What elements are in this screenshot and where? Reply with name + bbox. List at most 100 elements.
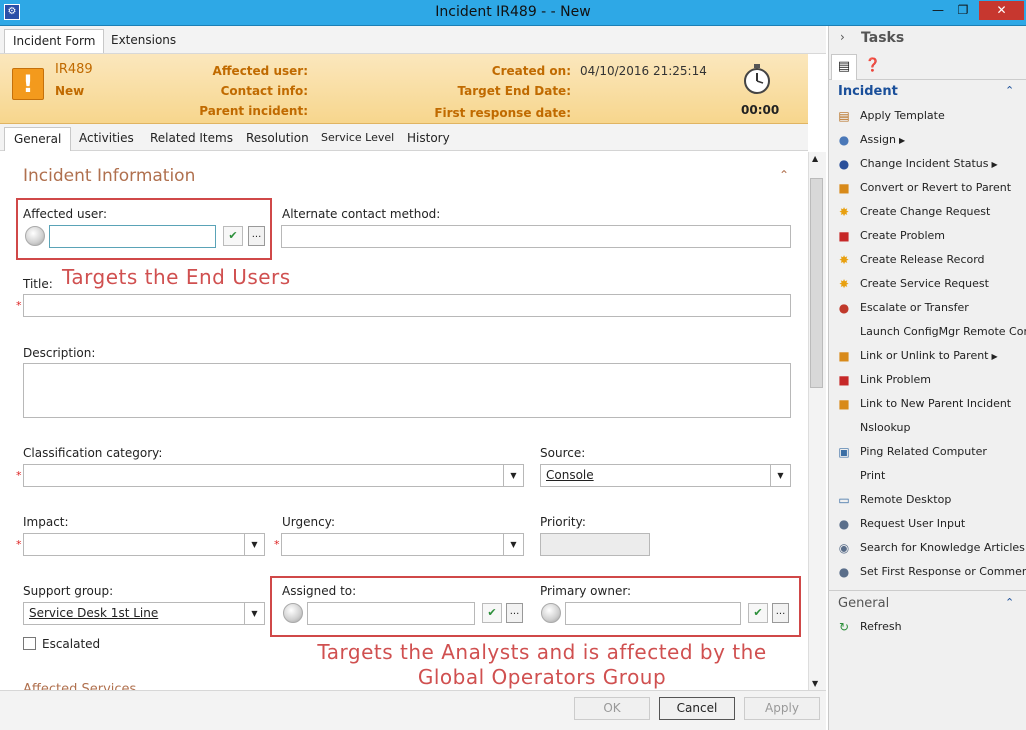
collapse-incident-icon[interactable]: ⌃ [1005,84,1014,97]
submenu-arrow-icon: ▶ [991,160,998,169]
impact-select[interactable]: ▼ [23,533,265,556]
task-label: Refresh [860,620,902,633]
task-link-to-new-parent-incident[interactable]: ■ Link to New Parent Incident [836,394,1026,416]
collapse-icon[interactable]: ⌃ [779,168,789,182]
minimize-button[interactable]: — [925,1,951,20]
monitor-icon: ▭ [838,493,850,507]
stopwatch-icon [744,64,770,94]
task-ping-related-computer[interactable]: ▣ Ping Related Computer [836,442,1026,464]
tab-related-items[interactable]: Related Items [141,127,242,151]
tab-extensions[interactable]: Extensions [103,29,184,53]
assigned-to-browse-button[interactable]: ... [506,603,523,623]
task-link-or-unlink-to-parent[interactable]: ■ Link or Unlink to Parent ▶ [836,346,1026,368]
task-label: Link Problem [860,373,931,386]
section-title: Incident Information [23,166,196,186]
task-nslookup[interactable]: Nslookup [836,418,1026,440]
problem-icon: ■ [838,229,850,243]
task-label: Create Release Record [860,253,985,266]
task-label: Request User Input [860,517,966,530]
task-label: Print [860,469,886,482]
classification-required-marker: * [16,469,22,482]
title-input[interactable] [23,294,791,317]
header-parent-incident-label: Parent incident: [199,104,308,118]
task-label: Link or Unlink to Parent [860,349,989,362]
convert-icon: ■ [838,181,850,195]
task-create-problem[interactable]: ■ Create Problem [836,226,1026,248]
computer-icon: ▣ [838,445,850,459]
task-launch-configmgr-remote-control[interactable]: Launch ConfigMgr Remote Control [836,322,1026,344]
task-label: Link to New Parent Incident [860,397,1012,410]
tab-incident-form[interactable]: Incident Form [4,29,105,53]
close-button[interactable]: ✕ [979,1,1024,20]
tasks-tab-icon[interactable]: ▤ [831,54,857,80]
form-tab-strip: Incident Form Extensions [0,26,826,54]
primary-owner-input[interactable] [565,602,741,625]
assigned-to-label: Assigned to: [282,584,357,598]
description-input[interactable] [23,363,791,418]
ok-button[interactable]: OK [574,697,650,720]
warning-icon: ! [12,68,44,100]
urgency-select[interactable]: ▼ [281,533,524,556]
help-tab-icon[interactable]: ❓ [860,54,886,80]
affected-user-label: Affected user: [23,207,107,221]
tab-general[interactable]: General [4,127,72,151]
task-assign[interactable]: ● Assign ▶ [836,130,1026,152]
expand-chevron-icon[interactable]: › [840,30,845,44]
collapse-general-icon[interactable]: ⌃ [1005,596,1014,609]
escalated-checkbox[interactable] [23,637,36,650]
blank-icon [836,468,852,484]
task-change-incident-status[interactable]: ● Change Incident Status ▶ [836,154,1026,176]
scroll-down-icon[interactable]: ▼ [812,679,818,688]
scrollbar-thumb[interactable] [810,178,823,388]
task-set-first-response-or-comment[interactable]: ● Set First Response or Comment [836,562,1026,584]
tab-activities[interactable]: Activities [70,127,143,151]
alternate-contact-label: Alternate contact method: [282,207,441,221]
support-group-select[interactable]: Service Desk 1st Line ▼ [23,602,265,625]
task-search-for-knowledge-articles[interactable]: ◉ Search for Knowledge Articles [836,538,1026,560]
task-convert-or-revert-to-parent[interactable]: ■ Convert or Revert to Parent [836,178,1026,200]
tab-history[interactable]: History [398,127,459,151]
problem-icon: ■ [838,373,850,387]
user-picker-icon[interactable]: ✔ [482,603,502,623]
urgency-label: Urgency: [282,515,335,529]
assigned-to-input[interactable] [307,602,475,625]
task-apply-template[interactable]: ▤ Apply Template [836,106,1026,128]
source-value: Console [546,468,594,482]
task-link-problem[interactable]: ■ Link Problem [836,370,1026,392]
affected-user-input[interactable] [49,225,216,248]
classification-select[interactable]: ▼ [23,464,524,487]
primary-owner-browse-button[interactable]: ... [772,603,789,623]
description-label: Description: [23,346,96,360]
apply-button[interactable]: Apply [744,697,820,720]
star-icon: ✸ [838,205,850,219]
annotation-analysts: Targets the Analysts and is affected by … [312,640,772,690]
task-create-service-request[interactable]: ✸ Create Service Request [836,274,1026,296]
task-create-change-request[interactable]: ✸ Create Change Request [836,202,1026,224]
maximize-button[interactable]: ❐ [950,1,976,20]
user-picker-icon[interactable]: ✔ [223,226,243,246]
scroll-up-icon[interactable]: ▲ [812,154,818,163]
task-print[interactable]: Print [836,466,1026,488]
task-request-user-input[interactable]: ● Request User Input [836,514,1026,536]
affected-user-browse-button[interactable]: ... [248,226,265,246]
chevron-down-icon: ▼ [244,534,264,555]
annotation-analysts-line2: Global Operators Group [417,665,667,689]
user-picker-icon[interactable]: ✔ [748,603,768,623]
chevron-down-icon: ▼ [770,465,790,486]
task-create-release-record[interactable]: ✸ Create Release Record [836,250,1026,272]
primary-owner-label: Primary owner: [540,584,632,598]
created-on-label: Created on: [491,64,571,78]
task-refresh[interactable]: ↻ Refresh [836,617,1026,639]
source-select[interactable]: Console ▼ [540,464,791,487]
sub-tab-strip: General Activities Related Items Resolut… [0,124,808,151]
task-label: Assign [860,133,896,146]
alternate-contact-input[interactable] [281,225,791,248]
general-group-title: General [838,596,890,611]
tab-resolution[interactable]: Resolution [237,127,318,151]
submenu-arrow-icon: ▶ [899,136,906,145]
cancel-button[interactable]: Cancel [659,697,735,720]
task-escalate-or-transfer[interactable]: ● Escalate or Transfer [836,298,1026,320]
tab-service-level[interactable]: Service Level [312,127,403,151]
user-input-icon: ● [838,517,850,531]
task-remote-desktop[interactable]: ▭ Remote Desktop [836,490,1026,512]
